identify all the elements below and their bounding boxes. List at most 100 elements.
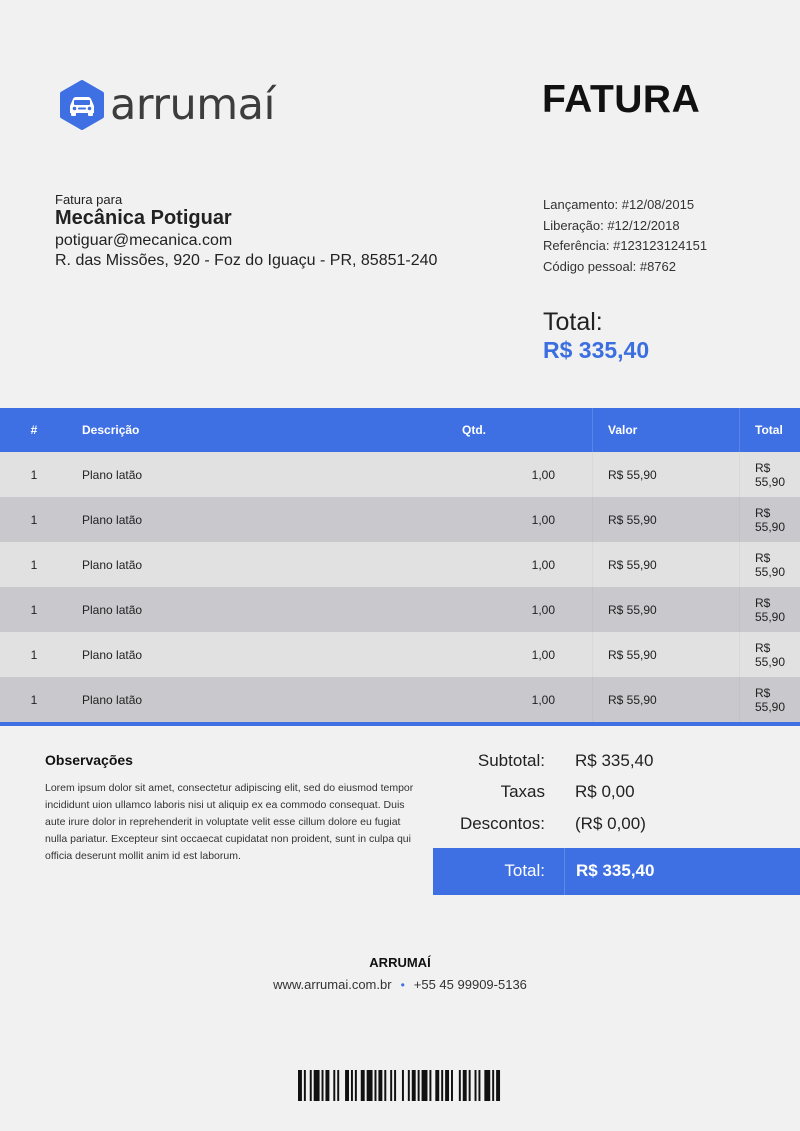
barcode-bar [401, 1070, 404, 1101]
row-description: Plano latão [82, 692, 143, 707]
client-address: R. das Missões, 920 - Foz do Iguaçu - PR… [55, 252, 438, 269]
barcode-bar [337, 1070, 340, 1101]
barcode-bar [354, 1070, 357, 1101]
separator-dot-icon: • [400, 978, 405, 992]
footer-website: www.arrumai.com.br [273, 977, 392, 992]
barcode-bar [458, 1070, 461, 1101]
row-total: R$ 55,90 [740, 587, 800, 632]
bill-to-label: Fatura para [55, 192, 123, 207]
barcode-bar [421, 1070, 428, 1101]
discounts-row: Descontos: (R$ 0,00) [433, 808, 800, 840]
document-title: FATURA [542, 78, 701, 121]
client-name: Mecânica Potiguar [55, 207, 232, 229]
barcode-bar [441, 1070, 444, 1101]
header-value: Valor [592, 408, 740, 452]
notes-title: Observações [45, 752, 133, 768]
barcode-bar [384, 1070, 387, 1101]
barcode-bar [298, 1070, 302, 1101]
brand-name: arrumaí [110, 79, 275, 130]
reference-number: Referência: #123123124151 [543, 238, 708, 253]
header-number: # [30, 423, 38, 437]
row-total: R$ 55,90 [740, 542, 800, 587]
grand-total-divider [564, 847, 565, 895]
table-row: 1 Plano latão 1,00 R$ 55,90 R$ 55,90 [0, 497, 800, 542]
barcode-bar [321, 1070, 324, 1101]
table-row: 1 Plano latão 1,00 R$ 55,90 R$ 55,90 [0, 452, 800, 497]
barcode-bar [303, 1070, 306, 1101]
barcode-bar [309, 1070, 312, 1101]
barcode-bar [462, 1070, 467, 1101]
grand-total-value: R$ 335,40 [576, 861, 655, 880]
row-value: R$ 55,90 [593, 677, 740, 722]
release-date: Liberação: #12/12/2018 [543, 217, 680, 233]
launch-date: Lançamento: #12/08/2015 [543, 197, 695, 212]
barcode-bar [468, 1070, 471, 1101]
table-bottom-divider [0, 722, 800, 726]
table-header-row: # Descrição Qtd. Valor Total [0, 408, 800, 452]
notes-body: Lorem ipsum dolor sit amet, consectetur … [45, 782, 414, 862]
table-row: 1 Plano latão 1,00 R$ 55,90 R$ 55,90 [0, 542, 800, 587]
barcode-bar [496, 1070, 501, 1101]
client-email: potiguar@mecanica.com [55, 232, 233, 249]
barcode-bar [445, 1070, 450, 1101]
grand-total-label: Total: [504, 861, 545, 880]
car-wrench-icon [57, 80, 107, 130]
row-description: Plano latão [82, 647, 143, 662]
total-value: R$ 335,40 [543, 337, 650, 363]
barcode-bar [429, 1070, 432, 1101]
row-number: 1 [30, 467, 38, 482]
barcode-bar [360, 1070, 365, 1101]
table-row: 1 Plano latão 1,00 R$ 55,90 R$ 55,90 [0, 677, 800, 722]
row-number: 1 [30, 512, 38, 527]
invoice-meta: Lançamento: #12/08/2015 Liberação: #12/1… [543, 195, 707, 277]
row-quantity: 1,00 [531, 512, 555, 527]
header-total: Total [739, 408, 800, 452]
discounts-value: (R$ 0,00) [575, 813, 646, 833]
barcode-bar [390, 1070, 393, 1101]
footer: ARRUMAÍ www.arrumai.com.br • +55 45 99909-… [0, 955, 800, 992]
row-total: R$ 55,90 [740, 452, 800, 497]
barcode-bar [333, 1070, 336, 1101]
totals-summary: Subtotal: R$ 335,40 Taxas R$ 0,00 Descon… [433, 745, 800, 895]
row-quantity: 1,00 [531, 602, 555, 617]
barcode-bar [366, 1070, 373, 1101]
row-number: 1 [30, 692, 38, 707]
discounts-label: Descontos: [459, 813, 545, 833]
row-value: R$ 55,90 [593, 452, 740, 497]
taxes-row: Taxas R$ 0,00 [433, 777, 800, 809]
row-quantity: 1,00 [531, 467, 555, 482]
table-row: 1 Plano latão 1,00 R$ 55,90 R$ 55,90 [0, 587, 800, 632]
barcode-bar [325, 1070, 330, 1101]
barcode-bar [474, 1070, 477, 1101]
barcode-bar [492, 1070, 495, 1101]
items-table: # Descrição Qtd. Valor Total 1 Plano lat… [0, 408, 800, 722]
table-row: 1 Plano latão 1,00 R$ 55,90 R$ 55,90 [0, 632, 800, 677]
row-value: R$ 55,90 [593, 542, 740, 587]
brand-logo: arrumaí [57, 80, 275, 130]
barcode-bar [435, 1070, 440, 1101]
barcode [298, 1070, 501, 1101]
row-quantity: 1,00 [531, 557, 555, 572]
row-description: Plano latão [82, 467, 143, 482]
bill-to-block: Fatura para Mecânica Potiguar potiguar@m… [55, 192, 437, 270]
personal-code: Código pessoal: #8762 [543, 258, 676, 274]
row-total: R$ 55,90 [740, 632, 800, 677]
row-number: 1 [30, 557, 38, 572]
row-total: R$ 55,90 [740, 677, 800, 722]
taxes-value: R$ 0,00 [575, 782, 635, 802]
row-quantity: 1,00 [531, 647, 555, 662]
barcode-bar [394, 1070, 397, 1101]
barcode-bar [407, 1070, 410, 1101]
footer-contact: www.arrumai.com.br • +55 45 99909-5136 [0, 977, 800, 992]
row-description: Plano latão [82, 602, 143, 617]
total-summary-top: Total: R$ 335,40 [543, 308, 649, 364]
barcode-bar [417, 1070, 420, 1101]
total-label: Total: [543, 308, 603, 336]
subtotal-label: Subtotal: [477, 750, 545, 770]
barcode-bar [313, 1070, 320, 1101]
row-quantity: 1,00 [531, 692, 555, 707]
grand-total-row: Total: R$ 335,40 [433, 847, 800, 895]
row-description: Plano latão [82, 512, 143, 527]
header-description: Descrição [82, 423, 140, 437]
barcode-bar [478, 1070, 481, 1101]
